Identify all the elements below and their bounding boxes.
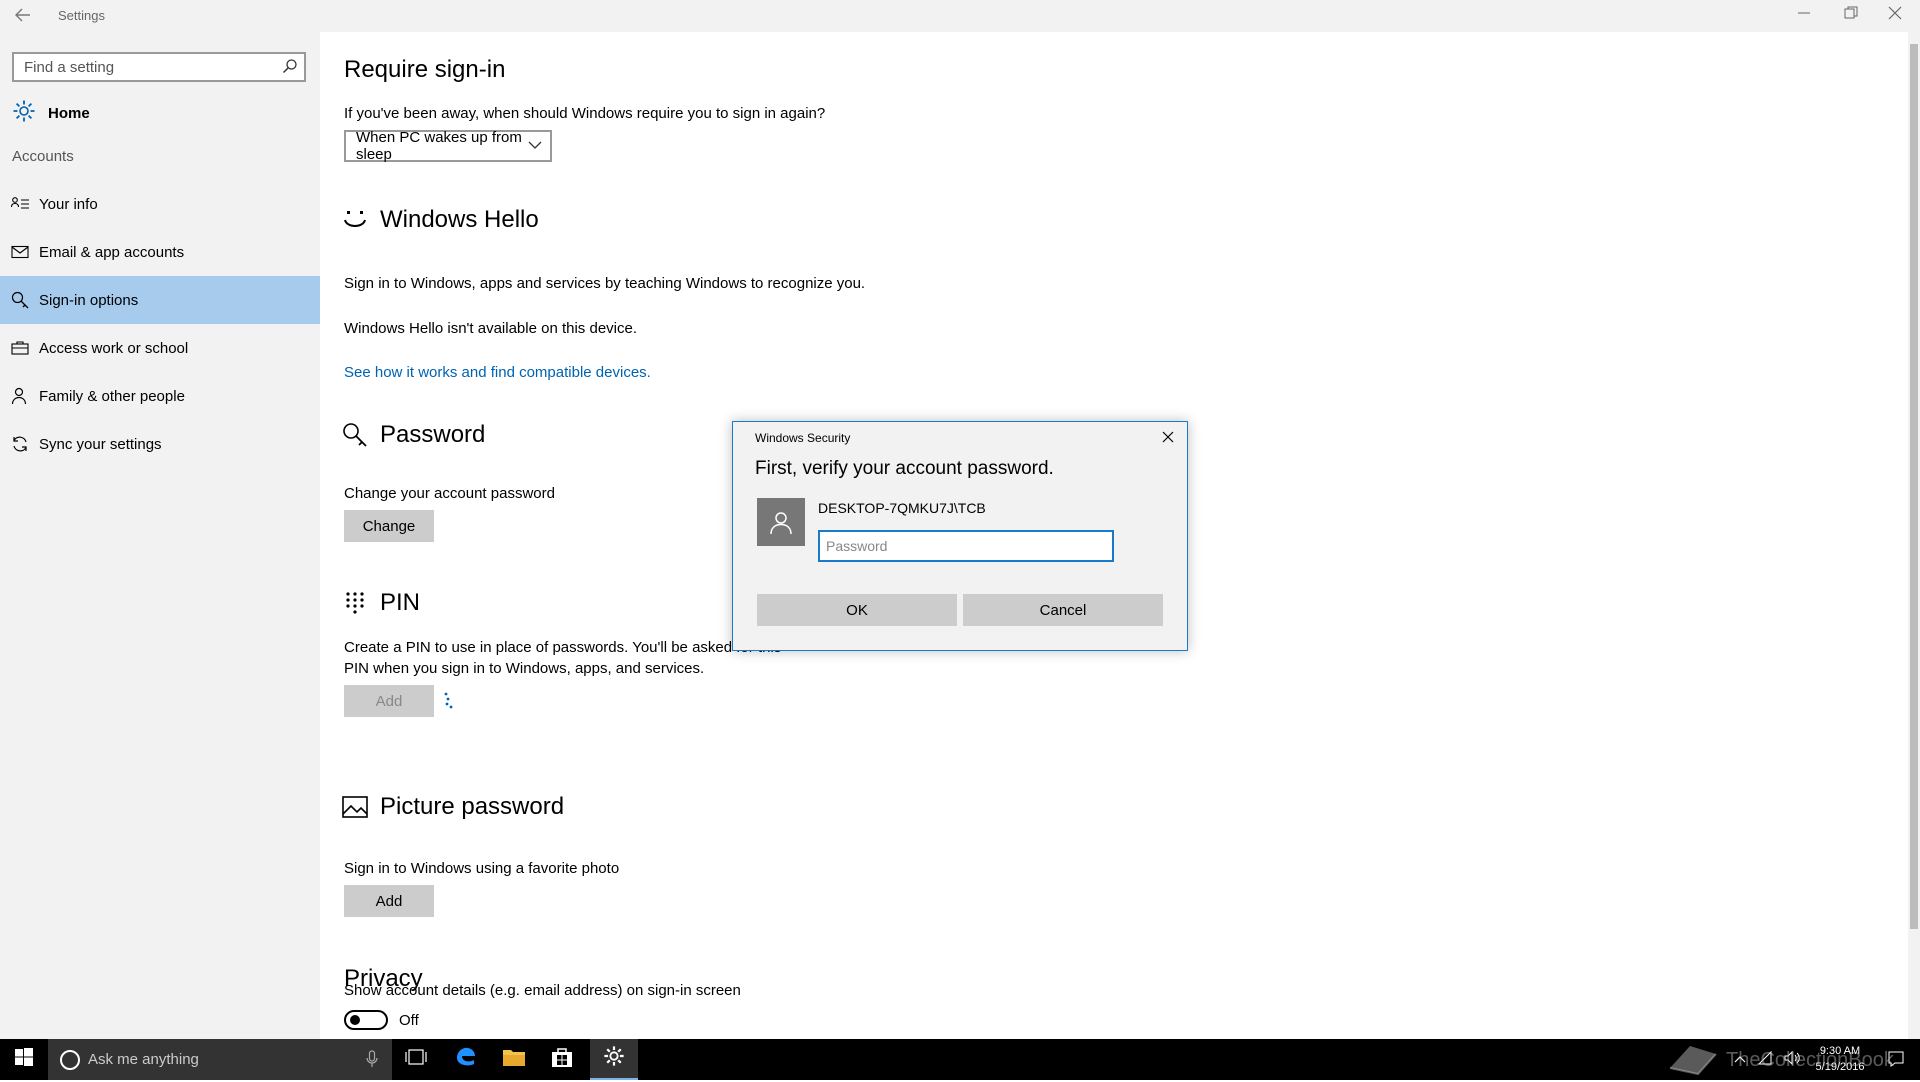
watermark: TheCollectionBook — [1668, 1038, 1894, 1082]
add-picture-password-button[interactable]: Add — [344, 885, 434, 917]
minimize-button[interactable] — [1793, 6, 1815, 26]
password-field[interactable] — [818, 530, 1114, 562]
back-arrow-icon[interactable] — [14, 6, 34, 26]
vertical-scrollbar[interactable] — [1908, 32, 1920, 1039]
edge-browser-button[interactable] — [442, 1039, 490, 1080]
person-list-icon — [10, 197, 30, 211]
sidebar: Home Accounts Your info Email & app acco… — [0, 32, 320, 1039]
window-title: Settings — [58, 8, 105, 23]
toggle-state-label: Off — [399, 1012, 419, 1029]
windows-hello-heading: Windows Hello — [342, 206, 539, 234]
sidebar-item-sync-settings[interactable]: Sync your settings — [0, 420, 320, 468]
password-heading: Password — [342, 421, 485, 449]
windows-logo-icon — [15, 1048, 33, 1071]
sidebar-item-label: Your info — [39, 195, 98, 213]
windows-hello-unavailable: Windows Hello isn't available on this de… — [344, 320, 638, 337]
gear-icon — [603, 1045, 625, 1072]
sidebar-item-label: Family & other people — [39, 387, 185, 405]
briefcase-icon — [10, 341, 30, 355]
sidebar-item-your-info[interactable]: Your info — [0, 180, 320, 228]
require-signin-title: Require sign-in — [344, 56, 506, 83]
loading-spinner-icon — [442, 692, 458, 715]
add-pin-button[interactable]: Add — [344, 685, 434, 717]
picture-password-heading: Picture password — [342, 793, 564, 821]
find-setting-input[interactable] — [14, 54, 284, 80]
store-bag-icon — [551, 1046, 573, 1073]
cortana-circle-icon — [60, 1049, 80, 1070]
home-label: Home — [48, 104, 90, 122]
dialog-close-icon[interactable] — [1159, 428, 1177, 446]
sidebar-item-label: Email & app accounts — [39, 243, 185, 261]
pin-description-line2: PIN when you sign in to Windows, apps, a… — [344, 660, 705, 677]
require-signin-question: If you've been away, when should Windows… — [344, 105, 826, 122]
microphone-icon[interactable] — [366, 1050, 378, 1073]
windows-security-dialog: Windows Security First, verify your acco… — [732, 421, 1188, 651]
dialog-username: DESKTOP-7QMKU7J\TCB — [818, 500, 986, 516]
dropdown-value: When PC wakes up from sleep — [356, 129, 522, 163]
cortana-search-text: Ask me anything — [88, 1051, 199, 1068]
cancel-button[interactable]: Cancel — [963, 594, 1163, 626]
file-explorer-button[interactable] — [490, 1039, 538, 1080]
pin-title: PIN — [380, 589, 421, 616]
picture-password-title: Picture password — [380, 793, 565, 820]
sync-icon — [10, 435, 30, 453]
sidebar-item-access-work-school[interactable]: Access work or school — [0, 324, 320, 372]
cortana-search[interactable]: Ask me anything — [48, 1039, 392, 1080]
title-bar: Settings — [0, 0, 1920, 32]
password-title: Password — [380, 421, 486, 448]
sidebar-item-label: Sign-in options — [39, 291, 139, 309]
sidebar-item-email-app-accounts[interactable]: Email & app accounts — [0, 228, 320, 276]
task-view-icon — [405, 1049, 427, 1070]
search-icon[interactable] — [282, 58, 298, 79]
start-button[interactable] — [0, 1039, 48, 1080]
picture-password-description: Sign in to Windows using a favorite phot… — [344, 860, 620, 877]
taskbar: Ask me anything 9:30 AM 5/19/2016 — [0, 1039, 1920, 1080]
task-view-button[interactable] — [392, 1039, 440, 1080]
password-input[interactable] — [820, 532, 1112, 560]
windows-hello-title: Windows Hello — [380, 206, 539, 233]
toggle-knob — [350, 1015, 360, 1025]
accounts-section-label: Accounts — [12, 148, 74, 165]
settings-taskbar-button[interactable] — [590, 1039, 638, 1080]
folder-icon — [502, 1047, 526, 1072]
sidebar-item-label: Sync your settings — [39, 435, 162, 453]
close-window-button[interactable] — [1884, 6, 1906, 26]
pin-description-line1: Create a PIN to use in place of password… — [344, 639, 782, 656]
sidebar-item-sign-in-options[interactable]: Sign-in options — [0, 276, 320, 324]
key-icon — [342, 422, 368, 448]
watermark-text: TheCollectionBook — [1726, 1048, 1894, 1071]
sidebar-item-label: Access work or school — [39, 339, 189, 357]
pin-heading: PIN — [342, 589, 420, 617]
find-setting-search[interactable] — [12, 52, 306, 82]
store-button[interactable] — [538, 1039, 586, 1080]
password-description: Change your account password — [344, 485, 555, 502]
sidebar-item-family-other-people[interactable]: Family & other people — [0, 372, 320, 420]
chevron-down-icon — [528, 138, 542, 156]
smiley-face-icon — [342, 208, 368, 232]
windows-hello-description: Sign in to Windows, apps and services by… — [344, 275, 866, 292]
require-signin-dropdown[interactable]: When PC wakes up from sleep — [344, 129, 552, 163]
home-nav[interactable]: Home — [12, 98, 90, 128]
mail-icon — [10, 245, 30, 259]
edge-icon — [454, 1045, 478, 1074]
show-account-details-toggle[interactable] — [344, 1010, 388, 1030]
scrollbar-thumb[interactable] — [1910, 44, 1918, 929]
change-password-button[interactable]: Change — [344, 510, 434, 542]
dialog-title: Windows Security — [755, 431, 851, 445]
restore-button[interactable] — [1840, 6, 1862, 26]
privacy-description: Show account details (e.g. email address… — [344, 982, 741, 999]
dialog-heading: First, verify your account password. — [755, 458, 1054, 479]
book-logo-icon — [1668, 1038, 1718, 1082]
picture-icon — [342, 796, 368, 818]
windows-hello-link[interactable]: See how it works and find compatible dev… — [344, 364, 651, 381]
gear-icon — [12, 99, 36, 128]
keypad-icon — [342, 591, 368, 615]
people-icon — [10, 387, 30, 405]
key-icon — [10, 291, 30, 309]
user-avatar-icon — [757, 498, 805, 546]
ok-button[interactable]: OK — [757, 594, 957, 626]
